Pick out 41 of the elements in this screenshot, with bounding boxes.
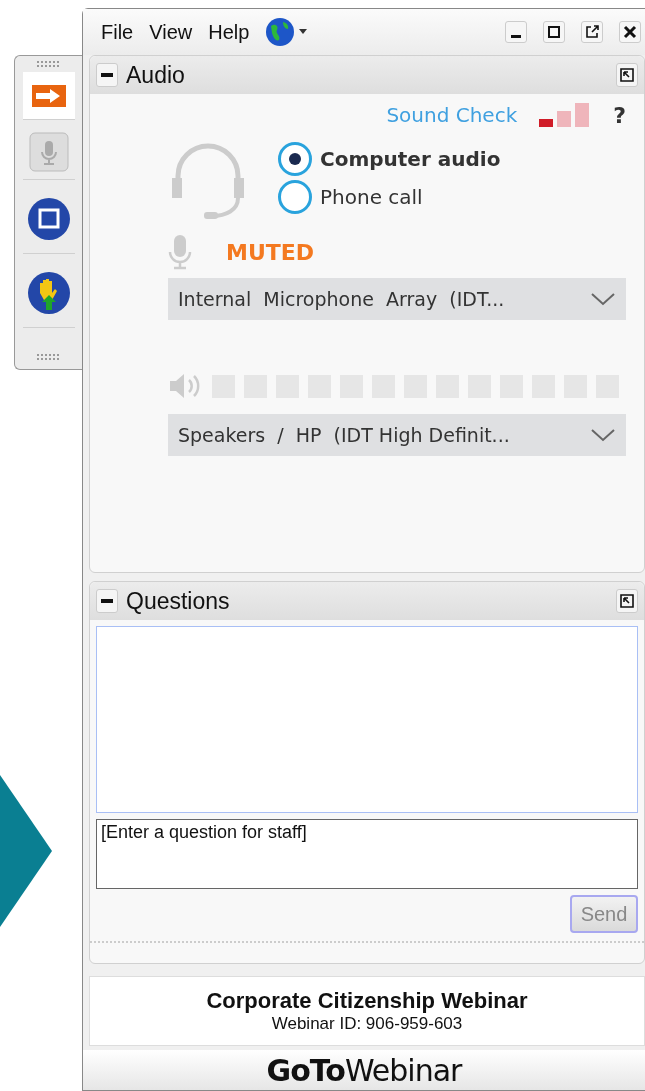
chevron-icon [590,427,616,443]
logo-text: GoToWebinar [266,1052,462,1088]
hand-icon [26,270,71,315]
minus-icon [101,73,113,77]
menu-item[interactable]: View [149,20,193,44]
microphone-icon [28,131,69,172]
mic-status: MUTED [226,239,315,265]
chevron-icon [590,291,616,307]
speaker-dropdown[interactable]: Speakers / HP (IDT High Definit... [168,414,626,456]
question-input[interactable]: [Enter a question for staff] [96,819,638,889]
grip-icon[interactable] [36,353,61,361]
close-icon [623,25,637,39]
panel-title: Questions [126,587,231,615]
maximize-button[interactable] [543,21,565,43]
webinar-title: Corporate Citizenship Webinar [206,988,528,1014]
popout-icon [585,25,599,39]
grip-icon[interactable] [36,60,61,68]
audio-option[interactable]: Phone call [278,180,501,214]
popout-icon [620,594,634,608]
minimize-button[interactable] [505,21,527,43]
microphone-dropdown[interactable]: Internal Microphone Array (IDT... [168,278,626,320]
popout-button[interactable] [616,63,638,87]
popout-button[interactable] [616,589,638,613]
signal-bars-icon [539,103,592,127]
panel-title: Audio [126,61,186,89]
collapse-button[interactable] [96,589,118,613]
minus-icon [101,599,113,603]
webinar-id: Webinar ID: 906-959-603 [271,1014,463,1034]
arrow-button[interactable] [22,72,75,120]
popout-button[interactable] [581,21,603,43]
globe-icon[interactable] [265,17,310,47]
popout-icon [620,68,634,82]
close-button[interactable] [619,21,641,43]
help-button[interactable]: ? [613,102,626,128]
audio-option[interactable]: Computer audio [278,142,501,176]
menu-item[interactable]: File [101,20,134,44]
microphone-icon [168,234,192,270]
maximize-icon [547,25,561,39]
menu-item[interactable]: Help [208,20,250,44]
collapse-button[interactable] [96,63,118,87]
minimize-icon [511,34,521,38]
